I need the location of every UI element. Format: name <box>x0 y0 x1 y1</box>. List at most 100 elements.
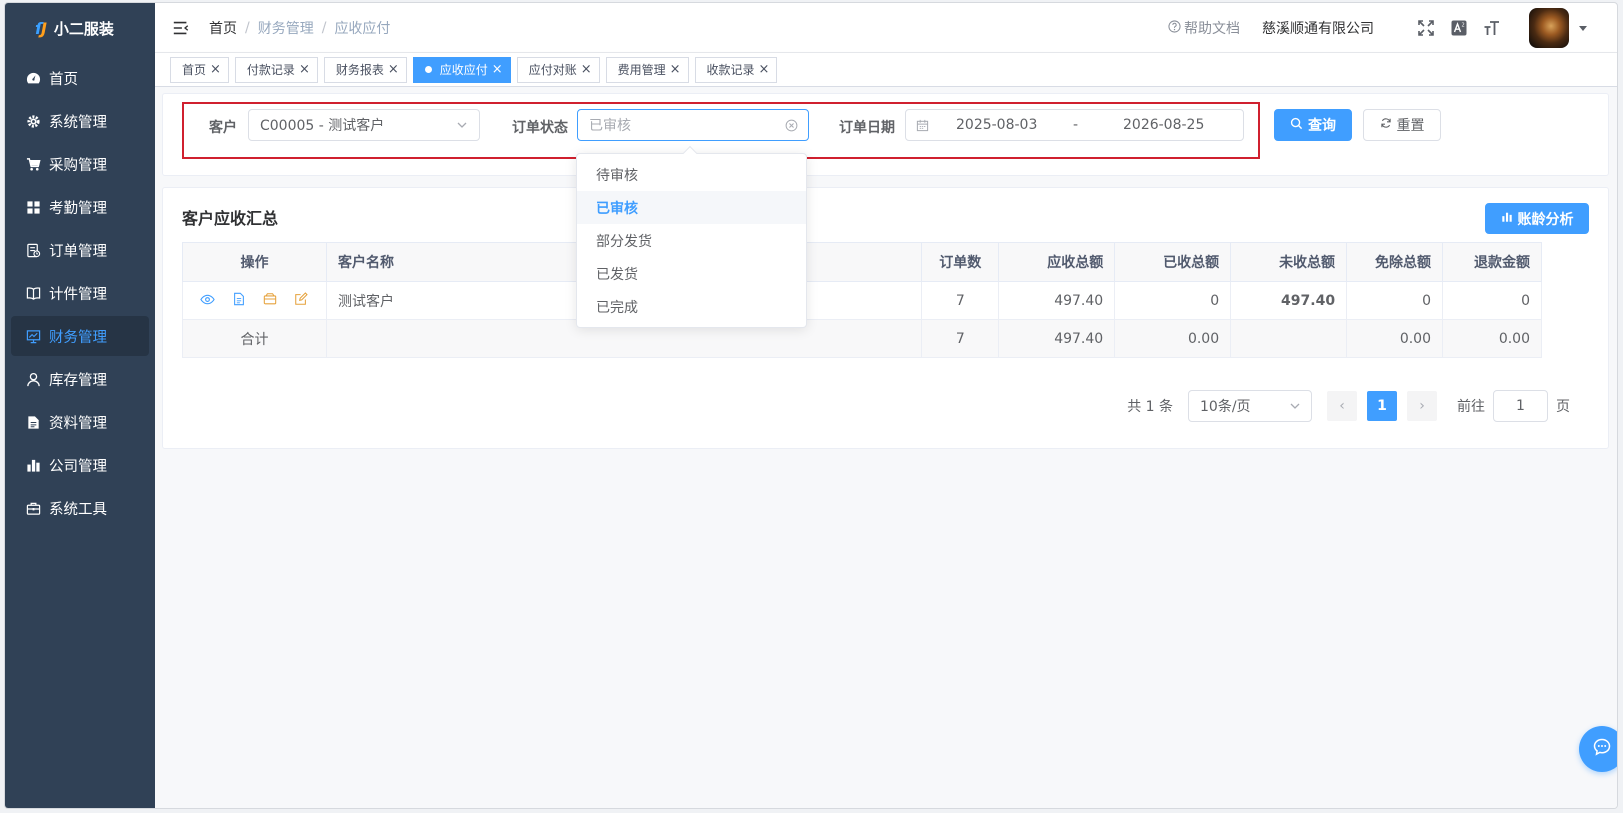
fullscreen-icon[interactable] <box>1416 18 1436 38</box>
breadcrumb: 首页 / 财务管理 / 应收应付 <box>209 18 390 38</box>
page-number-1[interactable]: 1 <box>1367 391 1397 421</box>
close-icon[interactable]: × <box>210 63 221 76</box>
document-icon[interactable] <box>230 290 248 308</box>
search-button-label: 查询 <box>1308 118 1336 134</box>
page-size-select[interactable]: 10条/页 <box>1188 390 1312 422</box>
breadcrumb-separator: / <box>245 19 250 36</box>
close-icon[interactable]: × <box>492 63 503 76</box>
column-header-orders: 订单数 <box>921 242 1000 282</box>
tag-financial-reports[interactable]: 财务报表 × <box>323 56 407 83</box>
total-received: 0.00 <box>1114 319 1232 358</box>
column-header-actions: 操作 <box>182 242 327 282</box>
sidebar-item-attendance[interactable]: 考勤管理 <box>11 187 149 227</box>
reset-button[interactable]: 重置 <box>1363 109 1441 141</box>
breadcrumb-home[interactable]: 首页 <box>209 18 237 38</box>
order-icon <box>25 242 41 258</box>
help-doc-label: 帮助文档 <box>1184 21 1240 37</box>
sidebar-item-tools[interactable]: 系统工具 <box>11 488 149 528</box>
tag-receivables-payables[interactable]: 应收应付 × <box>412 56 511 83</box>
sidebar-item-finance[interactable]: 财务管理 <box>11 316 149 356</box>
goto-label: 前往 <box>1457 399 1485 415</box>
close-icon[interactable]: × <box>581 63 592 76</box>
search-icon <box>1290 117 1303 134</box>
app-window: ſJ 小二服装 首页 系统管理 采购管理 考勤管理 订单管理 计件管理 财务管理… <box>4 2 1618 809</box>
next-page-button[interactable]: › <box>1407 391 1437 421</box>
sidebar-item-label: 考勤管理 <box>49 200 107 217</box>
sidebar-item-inventory[interactable]: 库存管理 <box>11 359 149 399</box>
sidebar-item-materials[interactable]: 资料管理 <box>11 402 149 442</box>
avatar[interactable] <box>1529 8 1569 48</box>
total-waived: 0.00 <box>1346 319 1443 358</box>
sidebar-item-purchase[interactable]: 采购管理 <box>11 144 149 184</box>
order-status-placeholder: 已审核 <box>589 118 631 134</box>
logo[interactable]: ſJ 小二服装 <box>5 3 155 53</box>
status-option-partial-shipped[interactable]: 部分发货 <box>577 224 806 257</box>
tag-label: 费用管理 <box>617 63 666 77</box>
menu-toggle-icon[interactable] <box>171 18 191 38</box>
date-end[interactable]: 2026-08-25 <box>1123 117 1204 133</box>
navbar-right: 帮助文档 慈溪顺通有限公司 2 <box>1168 3 1587 53</box>
chevron-down-icon <box>1289 400 1301 412</box>
sidebar-item-piecework[interactable]: 计件管理 <box>11 273 149 313</box>
chat-icon <box>1592 737 1612 761</box>
order-date-range[interactable]: 2025-08-03 - 2026-08-25 <box>905 109 1244 141</box>
tag-label: 收款记录 <box>706 63 755 77</box>
cart-icon <box>25 156 41 172</box>
tag-label: 应收应付 <box>439 63 488 77</box>
sidebar-item-company[interactable]: 公司管理 <box>11 445 149 485</box>
prev-page-button[interactable]: ‹ <box>1327 391 1357 421</box>
font-size-icon[interactable] <box>1482 18 1502 38</box>
cell-unreceived: 497.40 <box>1230 281 1348 320</box>
chat-support-button[interactable] <box>1579 726 1617 772</box>
status-option-completed[interactable]: 已完成 <box>577 290 806 323</box>
sidebar-item-label: 库存管理 <box>49 372 107 389</box>
calendar-icon <box>916 119 929 132</box>
summary-table: 操作 客户名称 订单数 应收总额 已收总额 未收总额 免除总额 退款金额 测试客… <box>182 242 1542 358</box>
customer-value: C00005 - 测试客户 <box>260 118 385 134</box>
company-name[interactable]: 慈溪顺通有限公司 <box>1262 18 1374 38</box>
close-icon[interactable]: × <box>299 63 310 76</box>
breadcrumb-separator: / <box>321 19 327 36</box>
tags-view: 首页 × 付款记录 × 财务报表 × 应收应付 × 应付对账 × 费用管理 × 收款记录 × <box>155 53 1617 87</box>
tag-receipt-records[interactable]: 收款记录 × <box>694 56 778 83</box>
close-icon[interactable]: × <box>670 63 681 76</box>
tag-expense-management[interactable]: 费用管理 × <box>605 56 689 83</box>
reset-button-label: 重置 <box>1396 118 1425 134</box>
tag-label: 付款记录 <box>246 63 295 77</box>
tag-home[interactable]: 首页 × <box>170 56 229 83</box>
sidebar-item-orders[interactable]: 订单管理 <box>11 230 149 270</box>
tag-label: 首页 <box>182 63 207 77</box>
sidebar-item-home[interactable]: 首页 <box>11 58 149 98</box>
translate-icon[interactable]: 2 <box>1449 18 1469 38</box>
edit-icon[interactable] <box>292 290 310 308</box>
status-option-approved[interactable]: 已审核 <box>577 191 806 224</box>
sidebar: ſJ 小二服装 首页 系统管理 采购管理 考勤管理 订单管理 计件管理 财务管理… <box>5 3 155 808</box>
tag-payment-records[interactable]: 付款记录 × <box>234 56 318 83</box>
column-header-received: 已收总额 <box>1114 242 1232 282</box>
wallet-icon[interactable] <box>261 290 279 308</box>
aging-analysis-button[interactable]: 账龄分析 <box>1485 203 1589 234</box>
sidebar-item-label: 资料管理 <box>49 415 107 432</box>
tag-payable-reconciliation[interactable]: 应付对账 × <box>516 56 600 83</box>
date-start[interactable]: 2025-08-03 <box>956 117 1037 133</box>
close-icon[interactable]: × <box>388 63 399 76</box>
search-button[interactable]: 查询 <box>1274 109 1352 141</box>
total-orders: 7 <box>921 319 1000 358</box>
column-header-receivable: 应收总额 <box>998 242 1116 282</box>
clear-circle-icon[interactable] <box>784 118 798 132</box>
order-status-select[interactable]: 已审核 <box>577 109 809 141</box>
navbar: 首页 / 财务管理 / 应收应付 帮助文档 慈溪顺通有限公司 2 <box>155 3 1617 53</box>
status-option-pending[interactable]: 待审核 <box>577 158 806 191</box>
caret-down-icon[interactable] <box>1579 25 1587 31</box>
logo-icon: ſJ <box>35 18 47 38</box>
active-dot-icon <box>424 66 432 73</box>
sidebar-item-system[interactable]: 系统管理 <box>11 101 149 141</box>
customer-select[interactable]: C00005 - 测试客户 <box>248 109 480 141</box>
close-icon[interactable]: × <box>759 63 770 76</box>
status-option-shipped[interactable]: 已发货 <box>577 257 806 290</box>
chevron-down-icon <box>455 118 469 132</box>
help-doc-link[interactable]: 帮助文档 <box>1168 18 1240 38</box>
table-row: 测试客户 7 497.40 0 497.40 0 0 <box>182 281 1542 320</box>
goto-page-input[interactable]: 1 <box>1493 390 1548 422</box>
eye-icon[interactable] <box>199 290 217 308</box>
